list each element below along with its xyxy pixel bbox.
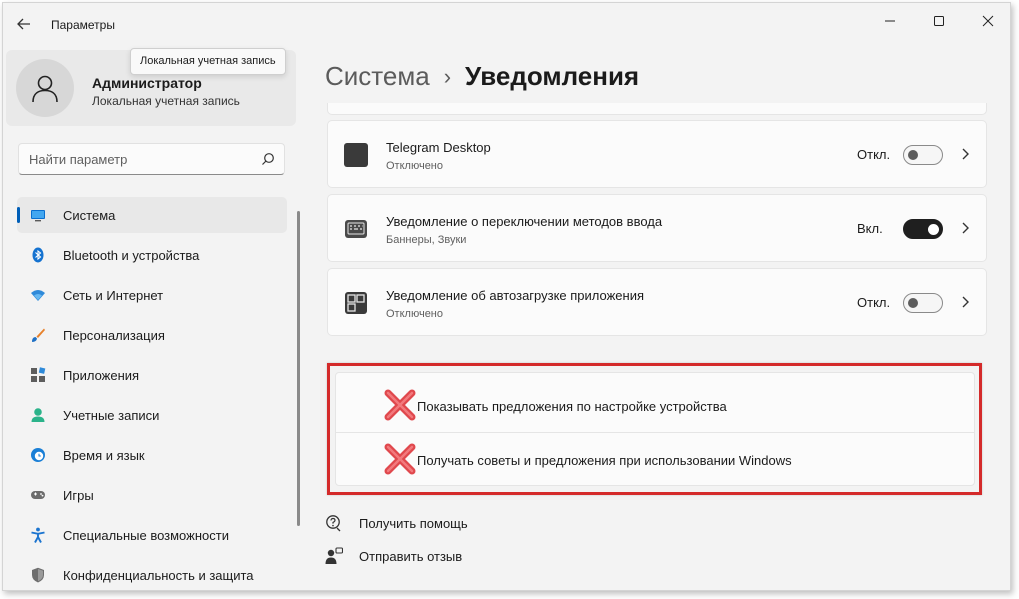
close-button[interactable] xyxy=(965,7,1010,35)
back-button[interactable] xyxy=(13,13,35,35)
accessibility-icon xyxy=(31,527,45,543)
wifi-icon xyxy=(31,290,45,301)
account-tooltip: Локальная учетная запись xyxy=(130,48,286,75)
person-icon xyxy=(31,408,45,422)
cross-mark-icon xyxy=(384,389,416,421)
notification-toggle[interactable] xyxy=(903,145,943,165)
avatar xyxy=(16,59,74,117)
sidebar-item-label: Сеть и Интернет xyxy=(63,287,164,303)
app-notification-row[interactable]: Уведомление о переключении методов ввода… xyxy=(327,194,987,262)
breadcrumb: Система › Уведомления xyxy=(325,61,639,92)
chevron-right-icon[interactable] xyxy=(960,147,970,161)
close-icon xyxy=(982,15,994,27)
sidebar-item-gaming[interactable]: Игры xyxy=(17,477,287,513)
app-notification-row[interactable]: Уведомление об автозагрузке приложения О… xyxy=(327,268,987,336)
globe-clock-icon xyxy=(31,448,45,462)
app-status: Баннеры, Звуки xyxy=(386,234,467,246)
app-name: Уведомление о переключении методов ввода xyxy=(386,214,663,229)
toggle-knob xyxy=(928,223,939,235)
sidebar-scrollbar[interactable] xyxy=(297,211,300,526)
sidebar-item-label: Время и язык xyxy=(63,447,145,463)
send-feedback-label: Отправить отзыв xyxy=(359,548,463,564)
suggestion-label: Получать советы и предложения при исполь… xyxy=(417,453,792,468)
keyboard-icon xyxy=(345,220,367,238)
sidebar-item-label: Приложения xyxy=(63,367,140,383)
minimize-icon xyxy=(885,20,895,22)
sidebar-nav: Система Bluetooth и устройства Сеть и Ин… xyxy=(17,197,287,590)
account-type: Локальная учетная запись xyxy=(92,94,240,108)
sidebar-item-label: Персонализация xyxy=(63,327,165,343)
sidebar-item-label: Конфиденциальность и защита xyxy=(63,567,254,583)
search-input[interactable] xyxy=(29,150,249,168)
sidebar-item-label: Система xyxy=(63,207,116,223)
sidebar-item-system[interactable]: Система xyxy=(17,197,287,233)
sidebar-item-label: Учетные записи xyxy=(63,407,160,423)
sidebar-item-privacy[interactable]: Конфиденциальность и защита xyxy=(17,557,287,590)
active-indicator xyxy=(17,207,20,223)
app-notification-row[interactable]: Telegram Desktop Отключено Откл. xyxy=(327,120,987,188)
search-icon[interactable] xyxy=(261,152,275,166)
app-status: Отключено xyxy=(386,308,443,320)
sidebar-item-personalization[interactable]: Персонализация xyxy=(17,317,287,353)
toggle-state-label: Вкл. xyxy=(857,221,883,236)
chevron-right-icon[interactable] xyxy=(960,295,970,309)
app-status: Отключено xyxy=(386,160,443,172)
sidebar-item-network[interactable]: Сеть и Интернет xyxy=(17,277,287,313)
sidebar-item-accounts[interactable]: Учетные записи xyxy=(17,397,287,433)
sidebar-item-accessibility[interactable]: Специальные возможности xyxy=(17,517,287,553)
title-bar: Параметры xyxy=(3,3,1010,43)
window-title: Параметры xyxy=(51,18,115,32)
sidebar-item-apps[interactable]: Приложения xyxy=(17,357,287,393)
get-help-label: Получить помощь xyxy=(359,515,468,531)
search-box[interactable] xyxy=(18,143,285,175)
page-title: Уведомления xyxy=(465,61,640,91)
previous-card-edge xyxy=(327,103,987,115)
cross-mark-icon xyxy=(384,443,416,475)
sidebar-item-label: Специальные возможности xyxy=(63,527,229,543)
suggestion-row[interactable]: Получать советы и предложения при исполь… xyxy=(336,429,974,487)
settings-window: Параметры Администратор Локальная учетна… xyxy=(2,2,1011,591)
apps-icon xyxy=(31,367,46,382)
sidebar-item-bluetooth[interactable]: Bluetooth и устройства xyxy=(17,237,287,273)
app-name: Уведомление об автозагрузке приложения xyxy=(386,288,645,303)
toggle-knob xyxy=(908,150,918,160)
breadcrumb-parent[interactable]: Система xyxy=(325,61,430,92)
get-help-link[interactable]: Получить помощь xyxy=(325,513,468,533)
sidebar-item-time-language[interactable]: Время и язык xyxy=(17,437,287,473)
notification-toggle[interactable] xyxy=(903,219,943,239)
toggle-state-label: Откл. xyxy=(857,295,891,310)
sidebar-item-label: Bluetooth и устройства xyxy=(63,247,200,263)
telegram-app-icon xyxy=(344,143,368,167)
suggestion-row[interactable]: Показывать предложения по настройке устр… xyxy=(336,375,974,433)
send-feedback-link[interactable]: Отправить отзыв xyxy=(325,546,462,566)
suggestions-card: Показывать предложения по настройке устр… xyxy=(335,372,975,486)
brush-icon xyxy=(32,328,45,342)
app-name: Telegram Desktop xyxy=(386,140,491,155)
notification-toggle[interactable] xyxy=(903,293,943,313)
person-avatar-icon xyxy=(32,75,58,103)
feedback-icon xyxy=(325,547,343,564)
chevron-right-icon[interactable] xyxy=(960,221,970,235)
gamepad-icon xyxy=(31,491,45,499)
back-arrow-icon xyxy=(17,18,30,30)
breadcrumb-separator-icon: › xyxy=(443,63,452,89)
highlight-frame: Показывать предложения по настройке устр… xyxy=(327,363,982,495)
maximize-button[interactable] xyxy=(916,7,962,35)
minimize-button[interactable] xyxy=(867,7,913,35)
monitor-icon xyxy=(31,210,45,222)
toggle-knob xyxy=(908,298,918,308)
bluetooth-icon xyxy=(32,247,44,263)
toggle-state-label: Откл. xyxy=(857,147,891,162)
account-name: Администратор xyxy=(92,75,202,91)
startup-apps-icon xyxy=(345,292,367,314)
maximize-icon xyxy=(934,16,944,26)
shield-icon xyxy=(32,567,44,583)
suggestion-label: Показывать предложения по настройке устр… xyxy=(417,399,727,414)
sidebar-item-label: Игры xyxy=(63,487,94,503)
help-icon xyxy=(326,515,341,532)
